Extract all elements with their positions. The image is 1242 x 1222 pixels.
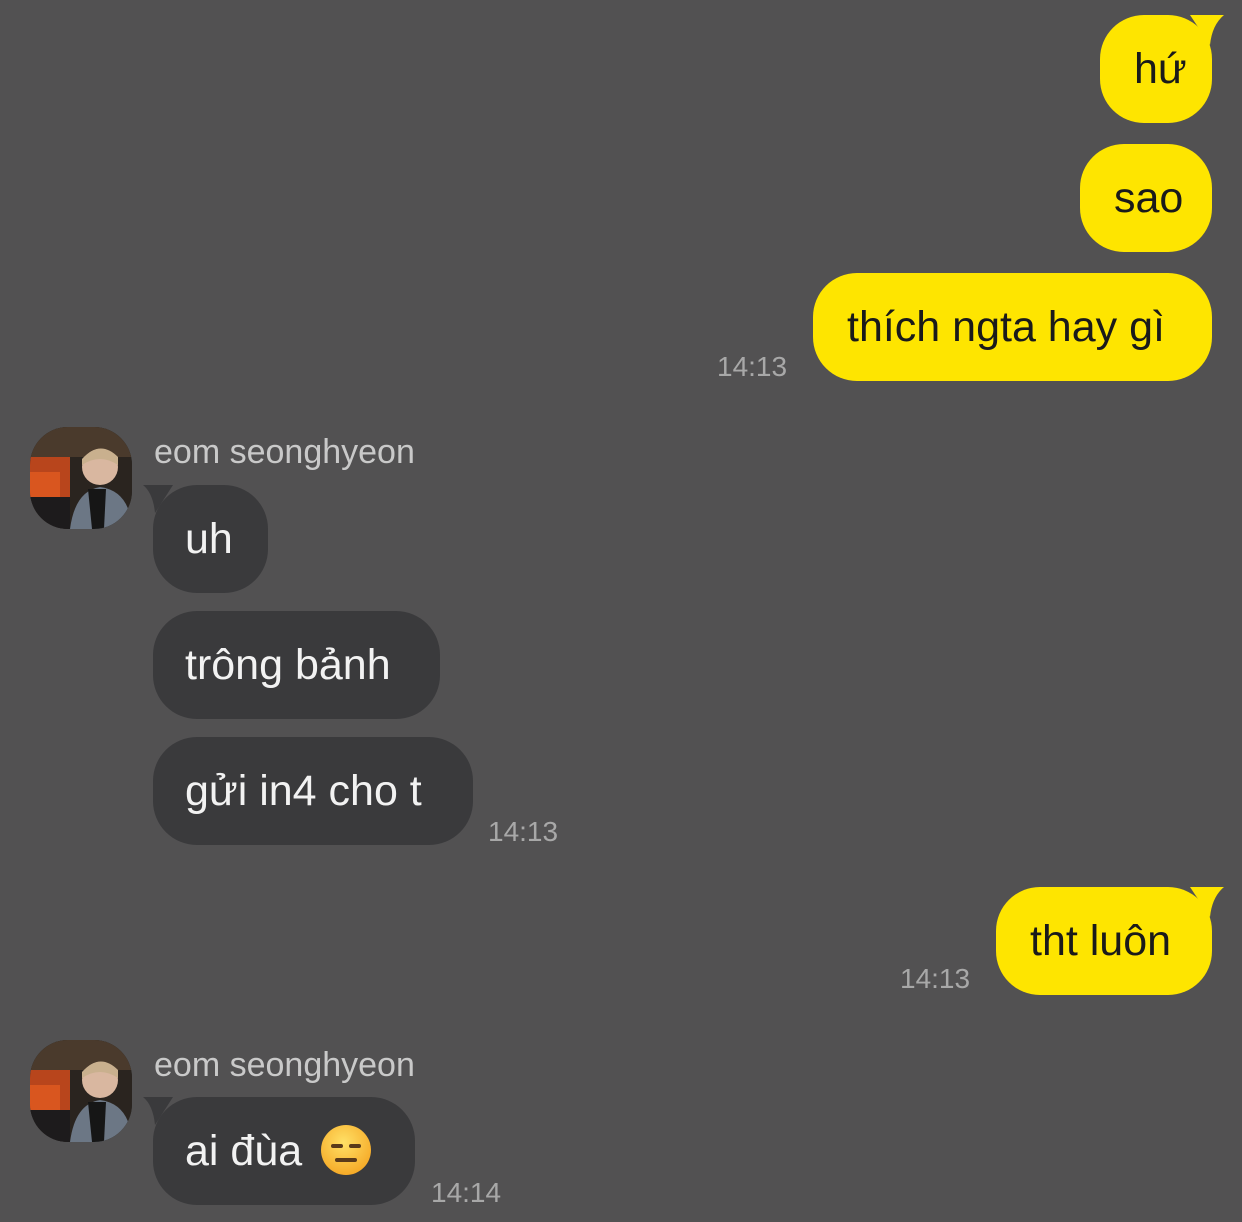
profile-photo [30,1040,132,1142]
message-timestamp: 14:14 [431,1177,502,1208]
their-message-bubble[interactable]: ai đùa [143,1097,415,1205]
profile-photo [30,427,132,529]
bubble-tail [143,485,173,513]
their-message-bubble[interactable]: uh [143,485,268,593]
message-text: uh [185,515,233,563]
bubble-tail [143,1097,173,1125]
sender-avatar[interactable] [30,1040,132,1142]
message-text: tht luôn [1030,917,1172,965]
message-timestamp: 14:13 [717,351,788,382]
chat-screen: { "messages": [ {"side": "me", "text": "… [0,0,1242,1222]
my-message-bubble[interactable]: sao [1080,144,1212,252]
sender-name: eom seonghyeon [154,433,415,471]
message-text: thích ngta hay gì [847,303,1165,351]
their-message-bubble[interactable]: trông bảnh [153,611,440,719]
message-text: trông bảnh [185,641,391,689]
my-message-bubble[interactable]: hứ [1100,15,1224,123]
message-text: ai đùa [185,1127,303,1175]
sender-avatar[interactable] [30,427,132,529]
bubble-tail [1190,15,1224,45]
message-timestamp: 14:13 [488,816,559,847]
bubble-tail [1190,887,1224,917]
my-message-bubble[interactable]: thích ngta hay gì [813,273,1212,381]
my-message-bubble[interactable]: tht luôn [996,887,1224,995]
sender-name: eom seonghyeon [154,1046,415,1084]
message-timestamp: 14:13 [900,963,971,994]
message-text: hứ [1134,45,1187,93]
expressionless-face-icon [321,1124,372,1175]
message-text: gửi in4 cho t [185,767,422,815]
their-message-bubble[interactable]: gửi in4 cho t [153,737,473,845]
message-text: sao [1114,174,1184,222]
